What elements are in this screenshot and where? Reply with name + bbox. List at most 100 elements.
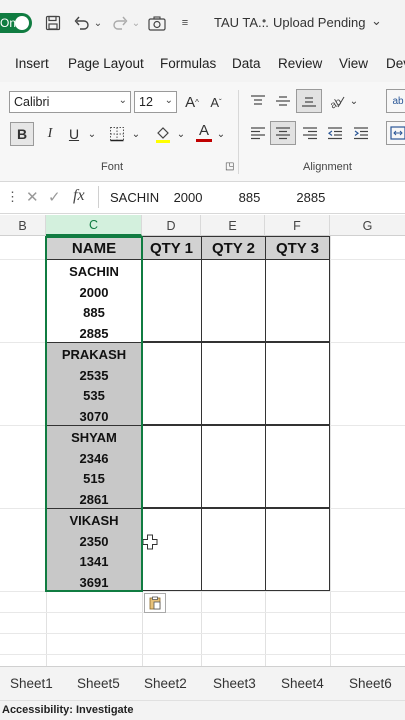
- grow-font-button[interactable]: A ^: [181, 91, 203, 113]
- header-name[interactable]: NAME: [46, 236, 142, 260]
- insert-function-icon[interactable]: fx: [73, 187, 85, 205]
- confirm-entry-icon[interactable]: ✓: [48, 188, 61, 206]
- accessibility-status[interactable]: Accessibility: Investigate: [2, 704, 133, 716]
- borders-icon: [110, 127, 124, 142]
- table-row[interactable]: PRAKASH 2535 535 3070: [46, 342, 142, 426]
- fill-color-dropdown-icon[interactable]: ⌄: [175, 123, 187, 145]
- cell-qty1: 2350: [79, 533, 109, 549]
- font-size-select[interactable]: 12 ⌄: [134, 91, 177, 113]
- redo-icon[interactable]: [110, 12, 130, 34]
- chevron-down-icon[interactable]: ⌄: [371, 13, 382, 29]
- qty1-cell[interactable]: [141, 342, 202, 425]
- sheet-tab-sheet3[interactable]: Sheet3: [213, 676, 256, 691]
- sheet-tab-sheet5[interactable]: Sheet5: [77, 676, 120, 691]
- borders-button[interactable]: [106, 123, 128, 145]
- tab-insert[interactable]: Insert: [15, 56, 49, 71]
- wrap-text-button[interactable]: ab: [386, 89, 405, 113]
- save-icon[interactable]: [42, 12, 64, 34]
- redo-dropdown-icon[interactable]: ⌄: [130, 12, 142, 34]
- cell-name: PRAKASH: [61, 346, 127, 362]
- column-header-c[interactable]: C: [46, 215, 142, 236]
- align-left-button[interactable]: [247, 122, 269, 144]
- qty2-cell[interactable]: [201, 508, 266, 591]
- decrease-indent-button[interactable]: [324, 122, 346, 144]
- borders-dropdown-icon[interactable]: ⌄: [130, 123, 142, 145]
- tab-review[interactable]: Review: [278, 56, 322, 71]
- align-top-button[interactable]: [247, 90, 269, 112]
- column-header-d[interactable]: D: [142, 215, 201, 236]
- qty3-cell[interactable]: [265, 508, 330, 591]
- tab-data[interactable]: Data: [232, 56, 261, 71]
- qty2-cell[interactable]: [201, 259, 266, 342]
- font-group-label: Font: [101, 161, 124, 173]
- increase-indent-button[interactable]: [350, 122, 372, 144]
- orientation-button[interactable]: ab: [326, 90, 348, 112]
- tab-view[interactable]: View: [339, 56, 368, 71]
- dialog-launcher-icon[interactable]: ◳: [225, 161, 234, 172]
- chevron-down-icon: ⌄: [164, 95, 173, 106]
- cell-qty3: 3070: [79, 408, 109, 424]
- undo-dropdown-icon[interactable]: ⌄: [92, 12, 104, 34]
- customize-toolbar-icon[interactable]: ≡: [178, 12, 192, 34]
- qty1-cell[interactable]: [141, 425, 202, 508]
- italic-button[interactable]: I: [40, 123, 60, 145]
- qty2-cell[interactable]: [201, 425, 266, 508]
- table-row[interactable]: SACHIN 2000 885 2885: [46, 259, 142, 343]
- column-header-f[interactable]: F: [265, 215, 330, 236]
- document-title[interactable]: TAU TA...: [214, 15, 269, 30]
- worksheet-grid[interactable]: NAME QTY 1 QTY 2 QTY 3 SACHIN 2000 885 2…: [0, 236, 405, 666]
- align-bottom-button[interactable]: [296, 89, 322, 113]
- tab-formulas[interactable]: Formulas: [160, 56, 216, 71]
- upload-status[interactable]: Upload Pending: [273, 15, 366, 30]
- column-header-e[interactable]: E: [201, 215, 265, 236]
- align-right-button[interactable]: [299, 122, 321, 144]
- qty3-cell[interactable]: [265, 342, 330, 425]
- font-color-glyph: A: [198, 122, 209, 139]
- tab-developer[interactable]: Dev: [386, 56, 405, 71]
- header-qty1[interactable]: QTY 1: [141, 236, 202, 260]
- table-row[interactable]: VIKASH 2350 1341 3691: [46, 508, 142, 592]
- column-header-g[interactable]: G: [330, 215, 405, 236]
- column-header-b[interactable]: B: [0, 215, 46, 236]
- font-color-dropdown-icon[interactable]: ⌄: [215, 123, 227, 145]
- merge-center-button[interactable]: [386, 121, 405, 145]
- fill-color-button[interactable]: [152, 123, 174, 145]
- paste-options-button[interactable]: [144, 593, 166, 613]
- sheet-tab-sheet1[interactable]: Sheet1: [10, 676, 53, 691]
- header-qty3[interactable]: QTY 3: [265, 236, 330, 260]
- gridline: [330, 236, 331, 666]
- cell-cursor-icon: [142, 534, 158, 550]
- autosave-toggle[interactable]: On: [0, 13, 32, 33]
- sheet-tab-sheet2[interactable]: Sheet2: [144, 676, 187, 691]
- sheet-tab-sheet4[interactable]: Sheet4: [281, 676, 324, 691]
- alignment-group-label: Alignment: [303, 161, 352, 173]
- align-middle-button[interactable]: [272, 90, 294, 112]
- qty3-cell[interactable]: [265, 425, 330, 508]
- header-qty2[interactable]: QTY 2: [201, 236, 266, 260]
- tab-page-layout[interactable]: Page Layout: [68, 56, 144, 71]
- table-row[interactable]: SHYAM 2346 515 2861: [46, 425, 142, 509]
- align-right-icon: [303, 127, 317, 140]
- cancel-entry-icon[interactable]: ✕: [26, 188, 39, 206]
- underline-button[interactable]: U: [64, 123, 84, 145]
- orientation-dropdown-icon[interactable]: ⌄: [348, 90, 360, 112]
- qty3-cell[interactable]: [265, 259, 330, 342]
- shrink-font-button[interactable]: Aˇ: [205, 91, 227, 113]
- merge-icon: [390, 126, 405, 140]
- more-options-icon[interactable]: ⋮: [6, 189, 19, 205]
- qty2-cell[interactable]: [201, 342, 266, 425]
- gridline: [0, 654, 405, 655]
- align-center-button[interactable]: [270, 121, 296, 145]
- bold-button[interactable]: B: [10, 122, 34, 146]
- undo-icon[interactable]: [72, 12, 92, 34]
- formula-input[interactable]: SACHIN 2000 885 2885: [110, 190, 325, 205]
- qty1-cell[interactable]: [141, 259, 202, 342]
- down-caret-icon: ˇ: [219, 97, 222, 107]
- chevron-down-icon: ⌄: [118, 95, 127, 106]
- align-top-icon: [251, 95, 265, 105]
- font-name-select[interactable]: Calibri ⌄: [9, 91, 131, 113]
- font-color-button[interactable]: A: [193, 121, 215, 143]
- camera-icon[interactable]: [146, 12, 168, 34]
- sheet-tab-sheet6[interactable]: Sheet6: [349, 676, 392, 691]
- underline-dropdown-icon[interactable]: ⌄: [86, 123, 98, 145]
